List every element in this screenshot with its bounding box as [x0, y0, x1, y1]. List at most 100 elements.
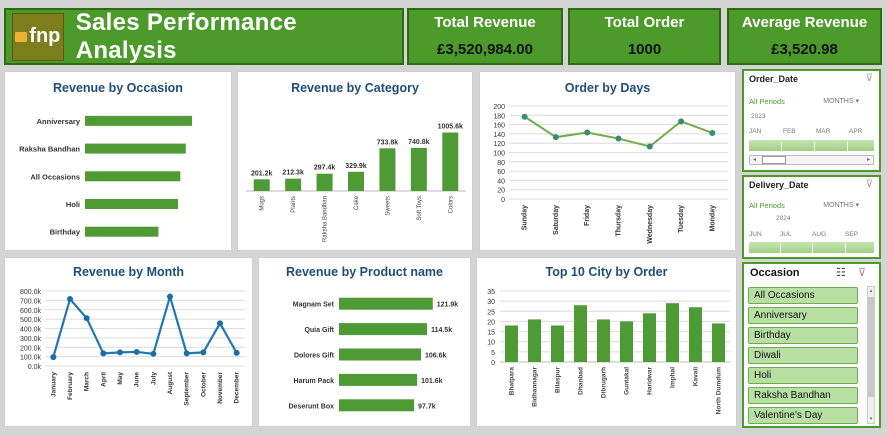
scroll-thumb[interactable] — [868, 297, 874, 397]
multi-select-icon[interactable]: ☷ — [836, 266, 846, 279]
category-label: August — [167, 371, 174, 394]
category-label: Quia Gift — [304, 327, 334, 334]
scroll-up-icon[interactable]: ▴ — [868, 287, 874, 295]
slicer-item[interactable]: Anniversary — [748, 307, 858, 324]
y-tick-label: 0.0k — [28, 364, 42, 371]
y-tick-label: 100.0k — [20, 355, 42, 362]
slicer-item[interactable]: Raksha Bandhan — [748, 387, 858, 404]
bar — [666, 303, 679, 362]
category-label: Wednesday — [647, 205, 654, 244]
category-label: Bidhannagar — [532, 367, 539, 407]
bar — [379, 148, 396, 191]
time-level-dropdown[interactable]: MONTHS ▾ — [823, 201, 859, 209]
series-line — [52, 292, 238, 358]
slicer-item[interactable]: All Occasions — [748, 287, 858, 304]
slicer-title: Delivery_Date — [749, 180, 809, 190]
logo-text: fnp — [29, 25, 61, 47]
data-point — [521, 113, 528, 120]
slicer-item[interactable]: Birthday — [748, 327, 858, 344]
scroll-down-icon[interactable]: ▾ — [868, 415, 874, 423]
bar — [285, 178, 302, 191]
category-label: September — [184, 372, 191, 406]
y-tick-label: 80 — [497, 160, 505, 167]
bar — [574, 305, 587, 362]
page-title: Sales Performance Analysis — [75, 8, 297, 64]
timeline-year: 2024 — [776, 215, 791, 222]
timeline-scrollbar[interactable]: ◂ ▸ — [749, 155, 874, 165]
data-point — [200, 349, 207, 356]
y-tick-label: 400.0k — [20, 327, 42, 334]
data-point — [167, 293, 173, 300]
category-label: May — [117, 372, 124, 385]
slicer-item[interactable]: Diwali — [748, 347, 858, 364]
data-point — [50, 354, 57, 361]
bar — [85, 115, 193, 126]
scroll-right-icon[interactable]: ▸ — [864, 156, 873, 164]
panel-revenue-by-occasion: Revenue by Occasion Anniversary Raksha Ba… — [4, 71, 232, 251]
scroll-left-icon[interactable]: ◂ — [750, 156, 759, 164]
timeline-year: 2023 — [751, 113, 766, 120]
kpi-label: Average Revenue — [741, 14, 868, 31]
category-label: February — [67, 372, 74, 400]
data-point — [646, 143, 653, 150]
timeline-bar[interactable] — [749, 139, 874, 153]
timeline-month: AUG — [812, 231, 827, 238]
timeline-month: SEP — [845, 231, 859, 238]
category-label: Friday — [584, 205, 591, 226]
category-label: Dibrugarh — [601, 367, 608, 398]
slicer-item[interactable]: Holi — [748, 367, 858, 384]
data-label: 121.9k — [437, 302, 459, 309]
category-label: Haridwar — [647, 367, 654, 395]
city-bar-chart: 0 5 10 15 20 25 30 35 Bhatpara Bidhannagar Bilaspu… — [487, 289, 730, 414]
data-point — [133, 348, 140, 355]
time-level-dropdown[interactable]: MONTHS ▾ — [823, 97, 859, 105]
category-label: All Occasions — [30, 172, 80, 181]
occasion-bar-chart: Anniversary Raksha Bandhan All Occasions Ho… — [19, 115, 193, 237]
category-label: December — [234, 372, 241, 404]
clear-filter-icon[interactable]: ⊽ — [866, 73, 873, 84]
gift-box-icon — [15, 31, 28, 42]
order-date-timeline-slicer[interactable]: Order_Date ⊽ All Periods MONTHS ▾ 2023 J… — [742, 69, 881, 172]
timeline-month: JAN — [749, 128, 762, 135]
data-point — [217, 320, 223, 327]
timeline-month: JUL — [780, 231, 792, 238]
category-label: Holi — [66, 200, 80, 209]
category-label: Dhanbad — [578, 367, 585, 395]
delivery-date-timeline-slicer[interactable]: Delivery_Date ⊽ All Periods MONTHS ▾ 202… — [742, 175, 881, 259]
periods-label: All Periods — [749, 97, 785, 106]
category-label: Imphal — [670, 367, 677, 388]
data-label: 201.2k — [251, 170, 273, 177]
category-label: June — [134, 372, 141, 388]
y-tick-label: 40 — [497, 178, 505, 185]
panel-revenue-by-product: Revenue by Product name Magnam Set 121.9k… — [258, 257, 471, 427]
clear-filter-icon[interactable]: ⊽ — [858, 266, 866, 279]
bar — [339, 297, 433, 310]
y-tick-label: 20 — [497, 188, 505, 195]
kpi-value: 1000 — [627, 41, 662, 58]
occasion-slicer[interactable]: Occasion ☷ ⊽ All Occasions Anniversary B… — [742, 262, 881, 428]
category-label: April — [100, 372, 107, 387]
category-label: Bilaspur — [555, 367, 562, 393]
timeline-month: JUN — [749, 231, 762, 238]
category-label: Sunday — [522, 205, 529, 230]
kpi-label: Total Order — [604, 14, 685, 31]
category-bar-chart: 201.2k Mugs 212.3k Plants 297.4k Raksha Bandh… — [246, 123, 466, 242]
category-label: November — [217, 372, 224, 404]
category-label: Cake — [354, 195, 360, 210]
slicer-item[interactable]: Valentine's Day — [748, 407, 858, 424]
data-label: 740.8k — [408, 139, 430, 146]
clear-filter-icon[interactable]: ⊽ — [866, 179, 873, 190]
scroll-thumb[interactable] — [762, 156, 786, 164]
bar — [643, 313, 656, 362]
slicer-scrollbar[interactable]: ▴ ▾ — [867, 286, 875, 424]
timeline-month: APR — [849, 128, 863, 135]
category-label: Sweets — [385, 196, 391, 216]
slicer-title: Order_Date — [749, 74, 799, 84]
timeline-bar[interactable] — [749, 241, 874, 255]
bar — [85, 226, 159, 237]
y-tick-label: 0 — [501, 197, 505, 204]
bar — [316, 173, 333, 191]
bar — [689, 307, 702, 362]
days-line-chart: 0 20 40 60 80 100 120 140 160 180 200 Sunday Saturda… — [493, 104, 728, 244]
category-label: Raksha Bandhan — [323, 196, 329, 242]
